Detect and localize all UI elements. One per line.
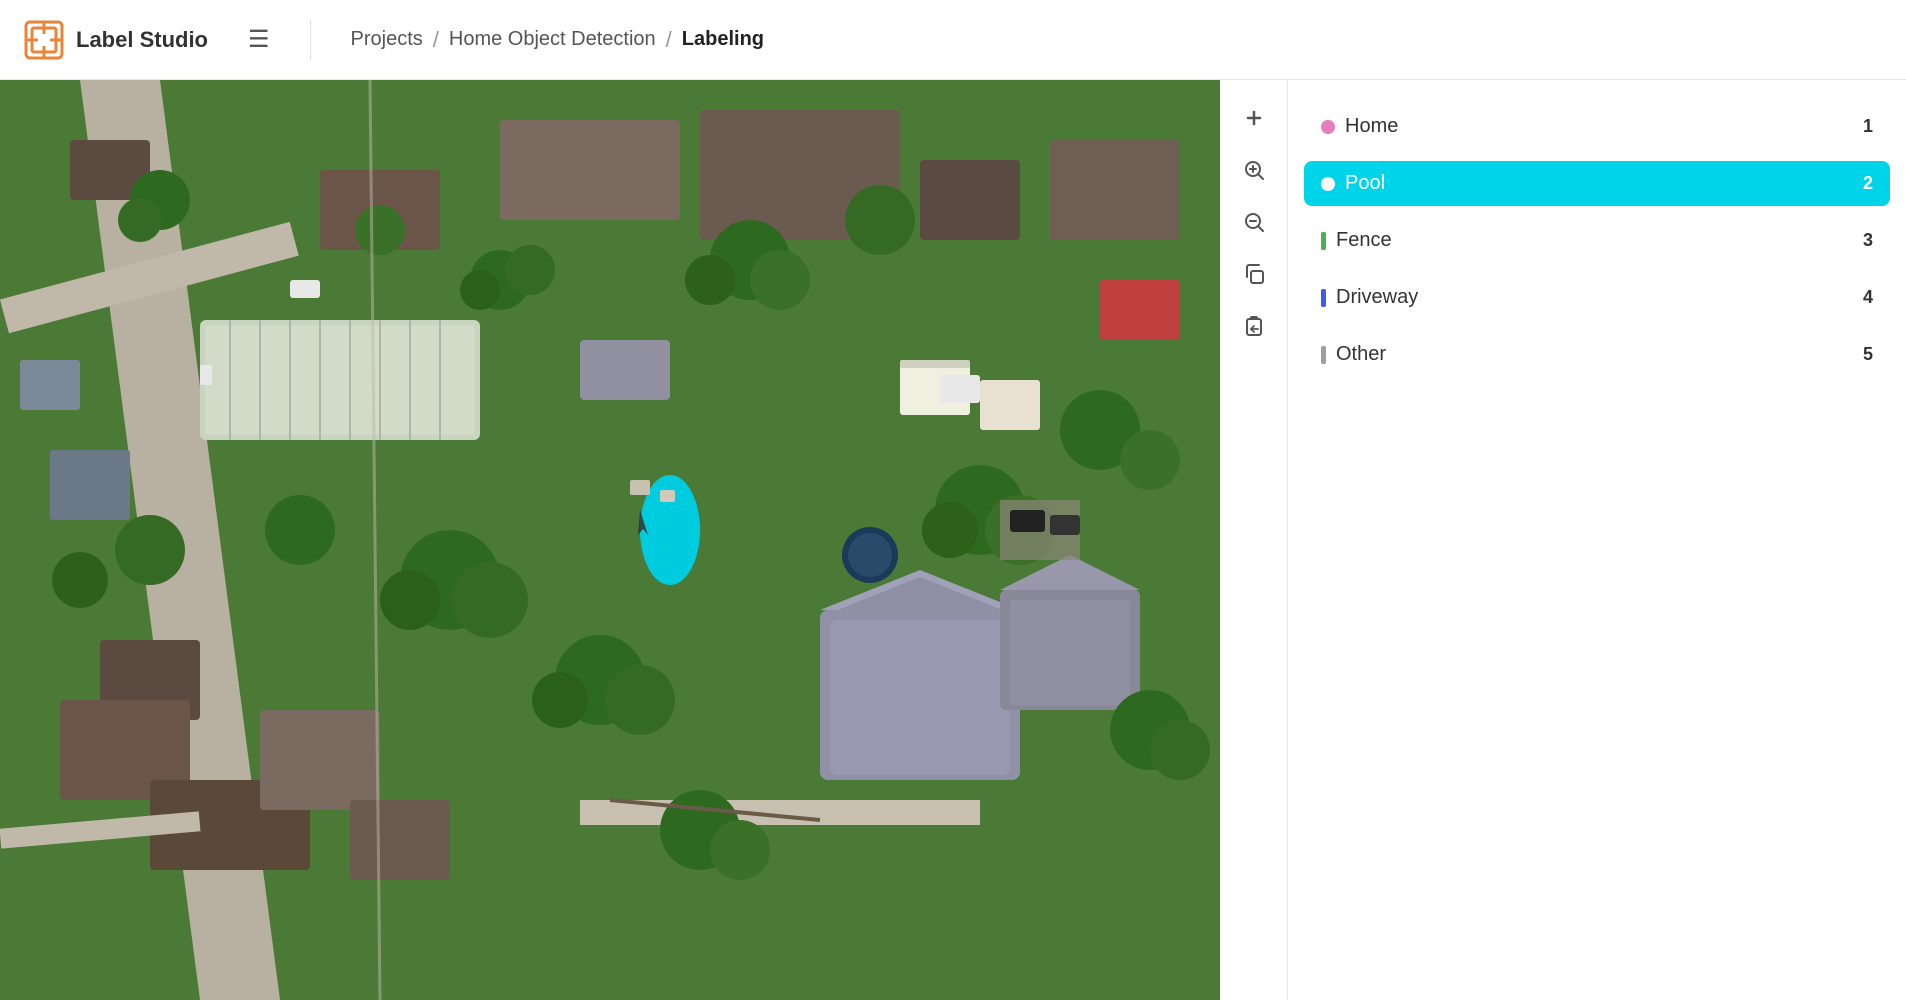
breadcrumb-projects[interactable]: Projects [351, 28, 423, 51]
label-item-pool[interactable]: Pool 2 [1304, 161, 1890, 206]
zoom-in-button[interactable] [1232, 96, 1276, 140]
label-dot-fence [1321, 232, 1326, 250]
label-item-home[interactable]: Home 1 [1304, 104, 1890, 149]
menu-icon[interactable]: ☰ [248, 25, 270, 54]
label-name-home: Home [1345, 115, 1398, 138]
canvas-container[interactable] [0, 80, 1220, 1000]
logo-icon [24, 20, 64, 60]
aerial-image [0, 80, 1220, 1000]
label-count-fence: 3 [1863, 230, 1873, 251]
breadcrumb: Projects / Home Object Detection / Label… [351, 27, 765, 53]
breadcrumb-project-name[interactable]: Home Object Detection [449, 28, 656, 51]
header-divider [310, 20, 311, 60]
label-name-other: Other [1336, 343, 1386, 366]
breadcrumb-sep-1: / [433, 27, 439, 53]
label-item-fence[interactable]: Fence 3 [1304, 218, 1890, 263]
label-name-fence: Fence [1336, 229, 1392, 252]
label-count-pool: 2 [1863, 173, 1873, 194]
logo-text: Label Studio [76, 27, 208, 53]
copy-button[interactable] [1232, 252, 1276, 296]
label-count-home: 1 [1863, 116, 1873, 137]
label-dot-other [1321, 346, 1326, 364]
zoom-out-button[interactable] [1232, 200, 1276, 244]
labels-panel: Home 1 Pool 2 Fence 3 Driveway 4 Other 5 [1288, 80, 1906, 1000]
aerial-svg [0, 80, 1220, 1000]
label-dot-home [1321, 120, 1335, 134]
label-count-driveway: 4 [1863, 287, 1873, 308]
main-content: Home 1 Pool 2 Fence 3 Driveway 4 Other 5 [0, 80, 1906, 1000]
label-dot-driveway [1321, 289, 1326, 307]
logo: Label Studio [24, 20, 208, 60]
header: Label Studio ☰ Projects / Home Object De… [0, 0, 1906, 80]
paste-button[interactable] [1232, 304, 1276, 348]
label-item-other[interactable]: Other 5 [1304, 332, 1890, 377]
label-item-driveway[interactable]: Driveway 4 [1304, 275, 1890, 320]
breadcrumb-current: Labeling [682, 28, 764, 51]
zoom-in-circle-button[interactable] [1232, 148, 1276, 192]
breadcrumb-sep-2: / [666, 27, 672, 53]
label-name-driveway: Driveway [1336, 286, 1418, 309]
label-name-pool: Pool [1345, 172, 1385, 195]
label-dot-pool [1321, 177, 1335, 191]
toolbar [1220, 80, 1288, 1000]
label-count-other: 5 [1863, 344, 1873, 365]
